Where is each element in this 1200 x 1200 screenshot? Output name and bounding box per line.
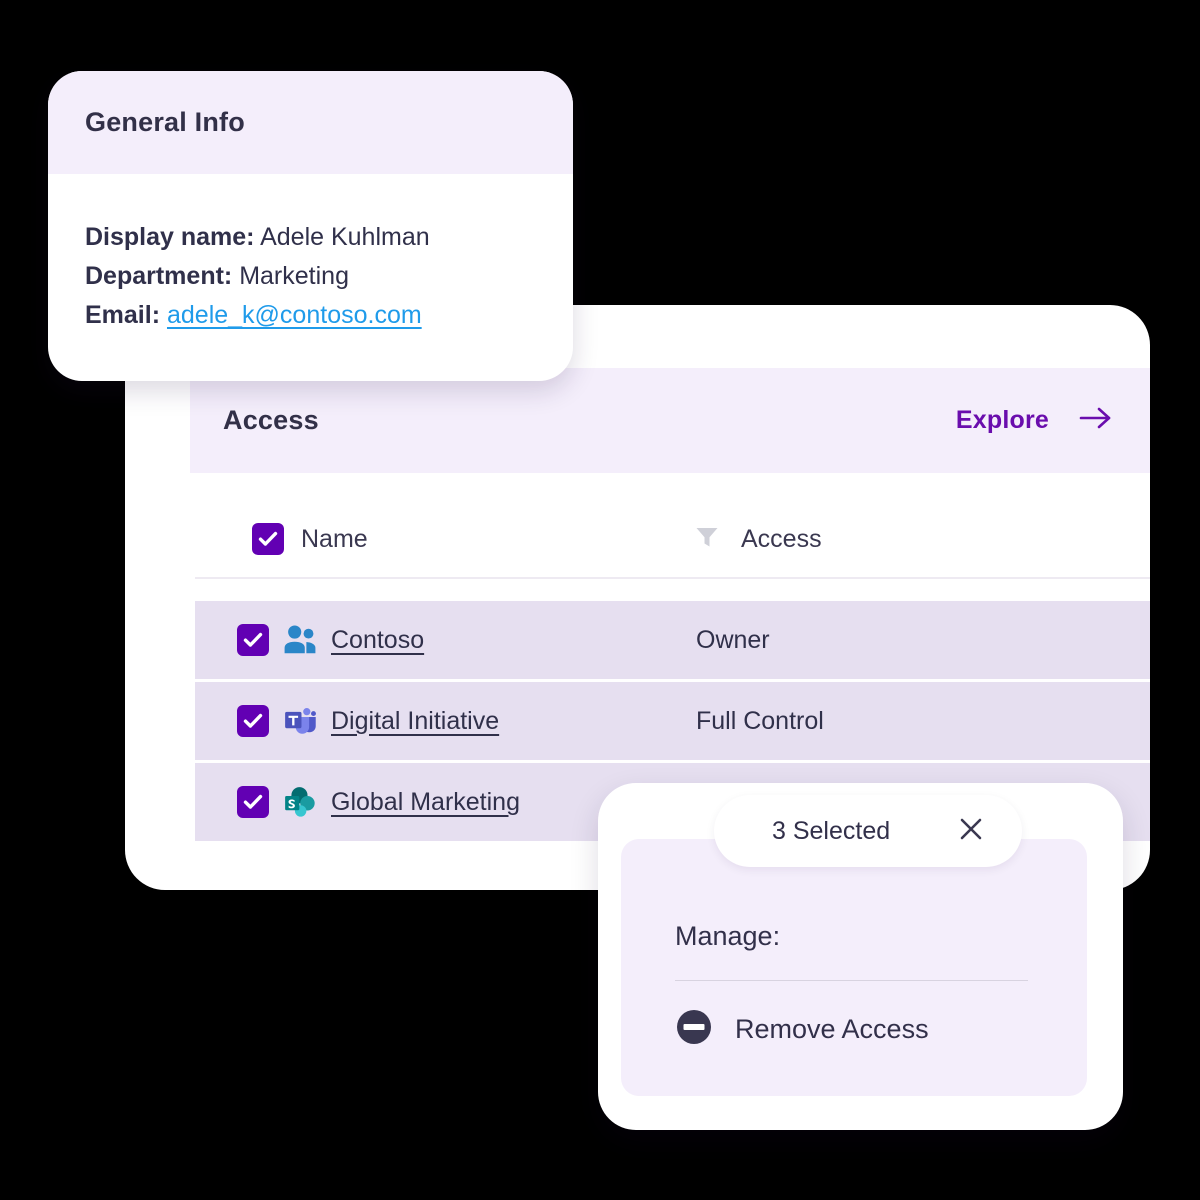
row-access-value: Full Control [696,706,824,735]
manage-divider [675,980,1028,981]
close-icon[interactable] [958,816,984,847]
department-label: Department: [85,262,233,290]
display-name-value: Adele Kuhlman [260,223,430,251]
row-name-cell: Contoso [237,623,692,657]
general-info-body: Display name: Adele Kuhlman Department: … [48,174,573,335]
screenshot-stage: Access Explore Name Access Contoso Owner… [0,0,1200,1200]
column-header-name-label: Name [301,524,368,553]
department-value: Marketing [239,262,349,290]
row-name-link[interactable]: Contoso [331,626,424,655]
row-checkbox[interactable] [237,786,269,818]
access-table-header-row: Name Access [195,501,1150,579]
selected-count-pill: 3 Selected [714,795,1022,867]
select-all-checkbox[interactable] [252,523,284,555]
manage-label: Manage: [675,921,781,951]
table-row[interactable]: Digital Initiative Full Control [195,682,1150,760]
display-name-row: Display name: Adele Kuhlman [85,218,573,257]
sharepoint-icon [285,787,315,817]
remove-access-icon [675,1008,713,1051]
remove-access-button[interactable]: Remove Access [675,1008,1087,1051]
table-row[interactable]: Contoso Owner [195,601,1150,679]
column-header-access: Access [692,522,822,557]
explore-link[interactable]: Explore [956,405,1113,436]
row-name-link[interactable]: Digital Initiative [331,707,499,736]
display-name-label: Display name: [85,223,255,251]
email-link[interactable]: adele_k@contoso.com [167,301,422,329]
row-access-value: Owner [696,625,770,654]
selected-count-label: 3 Selected [772,816,891,845]
column-header-access-label: Access [741,524,822,553]
remove-access-label: Remove Access [735,1014,929,1044]
manage-panel: 3 Selected Manage: Remove Access [598,783,1123,1130]
general-info-header: General Info [48,71,573,174]
general-info-card: General Info Display name: Adele Kuhlman… [48,71,573,381]
microsoft-teams-icon [285,708,316,734]
email-row: Email: adele_k@contoso.com [85,296,573,335]
column-header-name: Name [252,523,692,555]
row-checkbox[interactable] [237,624,269,656]
email-label: Email: [85,301,161,329]
access-card-title: Access [223,405,319,435]
arrow-right-icon [1079,405,1113,436]
access-card-header: Access Explore [190,368,1150,473]
filter-icon[interactable] [692,522,722,557]
row-checkbox[interactable] [237,705,269,737]
manage-panel-body: Manage: Remove Access [621,839,1087,1096]
department-row: Department: Marketing [85,257,573,296]
row-name-cell: Digital Initiative [237,704,692,738]
row-name-link[interactable]: Global Marketing [331,788,520,817]
explore-label: Explore [955,406,1049,434]
people-group-icon [284,625,316,654]
general-info-title: General Info [85,107,245,137]
